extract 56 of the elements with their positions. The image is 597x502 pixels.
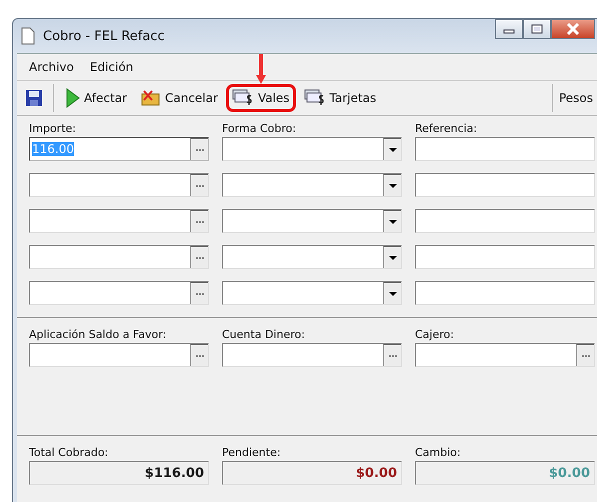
ellipsis-icon [576, 344, 594, 366]
payment-method-dropdown[interactable] [222, 209, 402, 233]
reference-field[interactable] [415, 209, 595, 233]
ellipsis-icon [190, 174, 208, 196]
toolbar-button[interactable]: Vales [226, 84, 296, 112]
total-label: Cambio: [415, 446, 462, 459]
currency-label: Pesos [558, 91, 593, 105]
reference-field[interactable] [415, 137, 595, 161]
column-label: Referencia: [415, 122, 478, 135]
total-label: Pendiente: [222, 446, 282, 459]
toolbar-button[interactable]: Afectar [60, 84, 133, 112]
field-label: Cuenta Dinero: [222, 328, 306, 341]
window-title: Cobro - FEL Refacc [43, 28, 165, 44]
document-icon [21, 27, 35, 45]
minimize-button[interactable] [495, 19, 523, 39]
total-label: Total Cobrado: [29, 446, 110, 459]
ellipsis-icon [190, 138, 208, 160]
money-icon [232, 88, 254, 108]
column-label: Forma Cobro: [222, 122, 298, 135]
total-value: $116.00 [144, 466, 204, 480]
ellipsis-icon [190, 344, 208, 366]
reference-field[interactable] [415, 245, 595, 269]
menu-item[interactable]: Archivo [29, 60, 74, 74]
close-button[interactable] [551, 19, 595, 39]
ellipsis-icon [190, 210, 208, 232]
ellipsis-icon [190, 246, 208, 268]
toolbar-button[interactable]: Cancelar [134, 85, 224, 111]
toolbar-button[interactable]: Tarjetas [298, 84, 382, 112]
lookup-field[interactable] [222, 343, 402, 367]
payment-method-dropdown[interactable] [222, 137, 402, 161]
field-label: Aplicación Saldo a Favor: [29, 328, 168, 341]
play-icon [66, 88, 80, 108]
column-label: Importe: [29, 122, 77, 135]
reference-field[interactable] [415, 281, 595, 305]
reference-field[interactable] [415, 173, 595, 197]
lookup-field[interactable] [29, 343, 209, 367]
pointer-arrow-icon [256, 54, 266, 84]
payment-method-dropdown[interactable] [222, 281, 402, 305]
maximize-icon [531, 24, 543, 34]
close-icon [566, 23, 580, 35]
menu-item[interactable]: Edición [90, 60, 134, 74]
total-value: $0.00 [356, 466, 397, 480]
total-value: $0.00 [548, 466, 590, 480]
amount-field[interactable] [29, 173, 209, 197]
amount-field[interactable] [29, 245, 209, 269]
field-label: Cajero: [415, 328, 455, 341]
money-icon [304, 88, 326, 108]
payment-method-dropdown[interactable] [222, 173, 402, 197]
payment-method-dropdown[interactable] [222, 245, 402, 269]
amount-field[interactable] [29, 281, 209, 305]
cancel-icon [140, 89, 161, 107]
maximize-button[interactable] [523, 19, 551, 39]
ellipsis-icon [190, 282, 208, 304]
lookup-field[interactable] [415, 343, 595, 367]
amount-field[interactable] [29, 209, 209, 233]
ellipsis-icon [383, 344, 401, 366]
